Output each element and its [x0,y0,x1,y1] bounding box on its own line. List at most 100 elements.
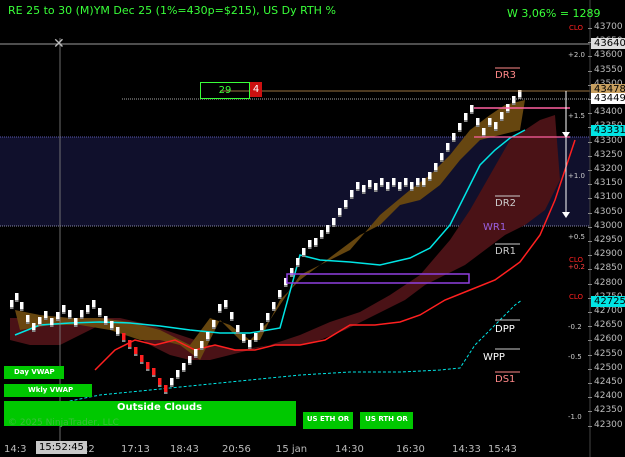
price-tick: 42550 [594,348,623,359]
price-bar [386,182,390,189]
price-bar [338,208,342,215]
price-bar-wick [440,160,444,162]
price-bar [368,180,372,187]
price-tick: 42300 [594,419,623,430]
price-bar-wick [32,330,36,332]
us-rth-or-label: US RTH OR [360,412,413,429]
level-dr2: DR2 [495,198,517,209]
cursor-time-label: 15:52:45 [36,441,87,454]
pct-label: +1.5 [568,112,585,120]
price-bar [404,178,408,185]
price-bar-wick [164,392,168,394]
price-tick: 42700 [594,306,623,316]
price-tick: 42900 [594,249,623,260]
price-tick-mark [588,411,592,413]
price-bar-wick [158,385,162,387]
price-bar [200,341,204,348]
price-bar [434,163,438,170]
price-bar-wick [116,334,120,336]
price-bar-wick [470,112,474,114]
price-bar [152,368,156,375]
price-bar [32,323,36,330]
price-bar-wick [344,207,348,209]
price-bar-wick [416,185,420,187]
price-bar [176,370,180,377]
price-bar [362,185,366,192]
price-tick-mark [588,312,592,313]
price-bar-wick [488,125,492,127]
price-tick: 42800 [594,277,623,288]
price-tick: 43050 [594,206,623,217]
pct-label: +1.0 [568,172,585,180]
price-bar-wick [50,325,54,327]
price-bar-wick [506,111,510,113]
price-bar [74,318,78,325]
price-tick: 43700 [594,22,623,32]
price-bar-wick [140,362,144,364]
price-bar-wick [284,285,288,287]
price-bar [38,317,42,324]
price-tick: 43550 [594,64,623,75]
price-tick: 43600 [594,50,623,61]
level-wpp: WPP [483,352,505,363]
price-bar-wick [320,237,324,239]
price-bar-wick [62,312,66,314]
price-tick-mark [588,113,592,115]
price-bar [326,225,330,232]
price-bar-wick [392,185,396,187]
price-bar-wick [374,190,378,192]
price-bar-wick [356,189,360,191]
price-bar-wick [206,339,210,341]
time-tick: 15 jan [276,444,308,455]
order-quantity[interactable]: 29 [200,82,250,99]
price-bar [164,385,168,392]
price-bar [374,183,378,190]
price-bar-wick [92,307,96,309]
us-eth-or-label: US ETH OR [303,412,353,429]
price-bar-wick [410,189,414,191]
price-tick: 42950 [594,235,623,245]
price-bar [15,293,19,300]
price-tick-mark [588,340,592,342]
price-bar [452,133,456,140]
price-tick-mark [588,269,592,271]
clo-label: CLO [569,256,584,264]
price-bar-wick [362,192,366,194]
price-tick-mark [588,397,592,399]
wkly-vwap-label: Wkly VWAP [4,384,92,397]
price-bar-wick [494,129,498,131]
price-marker-clo: 43640 [591,38,625,49]
pct-label: +0.5 [568,233,585,241]
price-bar-wick [20,309,24,311]
price-tick: 43100 [594,192,623,203]
price-tick-mark [588,184,592,186]
weekly-stat: W 3,06% = 1289 [507,7,601,20]
price-tick: 43000 [594,220,623,231]
price-bar-wick [314,245,318,247]
price-bar [512,96,516,103]
price-bar [104,316,108,323]
price-bar [122,333,126,340]
price-bar-wick [434,170,438,172]
order-count-badge[interactable]: 4 [250,82,262,97]
price-bar [110,321,114,328]
price-bar [158,378,162,385]
price-bar [392,178,396,185]
price-bar [188,356,192,363]
price-bar [500,112,504,119]
weekly-vwap-line [49,299,523,406]
price-bar-wick [398,189,402,191]
price-bar-wick [272,309,276,311]
price-bar [206,332,210,339]
price-bar-wick [422,185,426,187]
price-bar-wick [218,311,222,313]
price-bar [470,105,474,112]
price-bar-wick [248,347,252,349]
price-bar-wick [188,363,192,365]
pct-label: -0.5 [568,353,582,361]
price-bar [314,238,318,245]
price-chart[interactable]: ✕ [0,0,625,457]
price-bar [230,312,234,319]
price-bar-wick [200,348,204,350]
day-vwap-label: Day VWAP [4,366,64,379]
